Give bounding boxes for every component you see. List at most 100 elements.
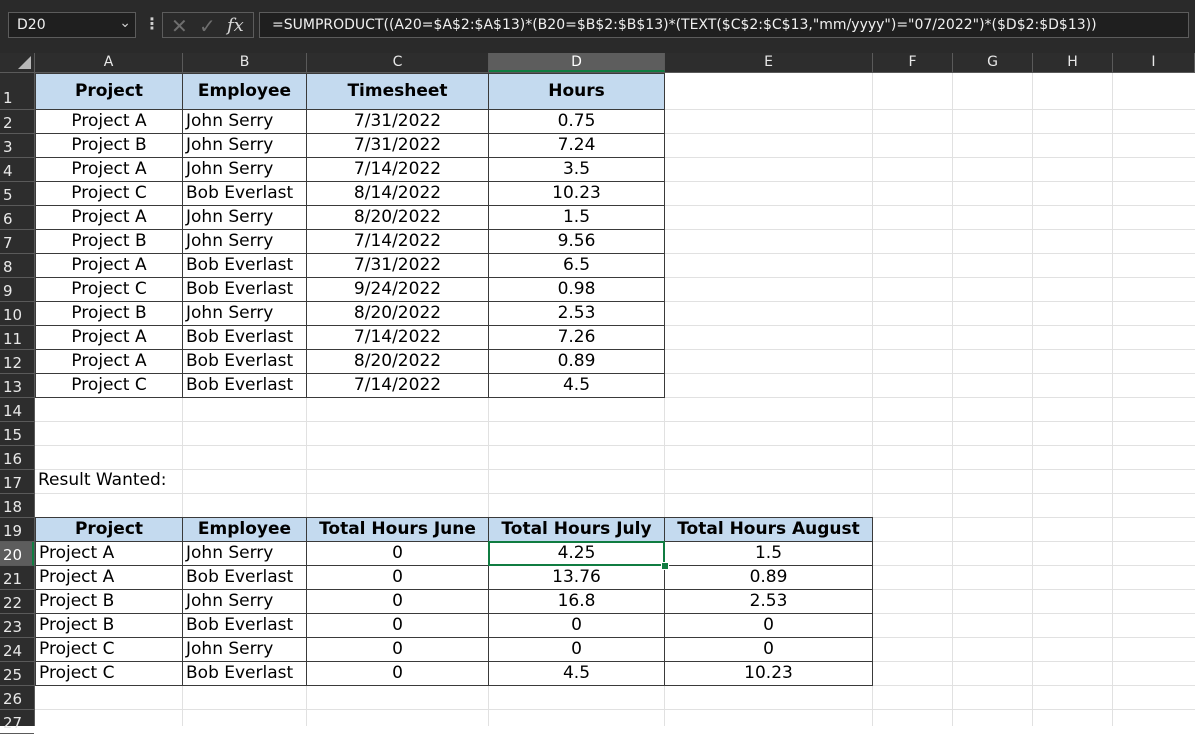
- table1-cell[interactable]: 10.23: [488, 181, 665, 206]
- row-header-15[interactable]: 15: [0, 422, 34, 446]
- row-header-26[interactable]: 26: [0, 686, 34, 710]
- table2-cell[interactable]: 0: [306, 637, 489, 662]
- table1-cell[interactable]: Project A: [35, 109, 183, 134]
- table1-cell[interactable]: Bob Everlast: [182, 277, 307, 302]
- column-header-g[interactable]: G: [953, 53, 1033, 72]
- worksheet-grid[interactable]: Project Employee Timesheet Hours Project…: [35, 73, 1195, 726]
- table2-cell[interactable]: John Serry: [182, 541, 307, 566]
- table1-cell[interactable]: 7/31/2022: [306, 133, 489, 158]
- row-header-20[interactable]: 20: [0, 542, 34, 566]
- table2-header-employee[interactable]: Employee: [182, 517, 307, 542]
- table2-cell[interactable]: Project A: [35, 565, 183, 590]
- column-header-a[interactable]: A: [35, 53, 183, 72]
- fill-handle[interactable]: [661, 562, 669, 570]
- table2-cell[interactable]: Project C: [35, 637, 183, 662]
- row-header-9[interactable]: 9: [0, 278, 34, 302]
- table1-cell[interactable]: 7/14/2022: [306, 373, 489, 398]
- table1-cell[interactable]: John Serry: [182, 301, 307, 326]
- row-header-23[interactable]: 23: [0, 614, 34, 638]
- table2-cell[interactable]: John Serry: [182, 637, 307, 662]
- table1-cell[interactable]: 4.5: [488, 373, 665, 398]
- table1-cell[interactable]: 0.89: [488, 349, 665, 374]
- table1-cell[interactable]: Project B: [35, 301, 183, 326]
- table1-cell[interactable]: 8/20/2022: [306, 349, 489, 374]
- cancel-icon[interactable]: ✕: [171, 14, 188, 38]
- table1-cell[interactable]: 8/20/2022: [306, 301, 489, 326]
- table1-cell[interactable]: 9.56: [488, 229, 665, 254]
- column-header-d[interactable]: D: [489, 53, 665, 72]
- table1-cell[interactable]: Bob Everlast: [182, 373, 307, 398]
- table1-cell[interactable]: John Serry: [182, 109, 307, 134]
- column-header-i[interactable]: I: [1113, 53, 1195, 72]
- table1-cell[interactable]: Bob Everlast: [182, 325, 307, 350]
- table1-cell[interactable]: Project A: [35, 205, 183, 230]
- table1-header-employee[interactable]: Employee: [182, 73, 307, 110]
- row-header-18[interactable]: 18: [0, 494, 34, 518]
- column-header-h[interactable]: H: [1033, 53, 1113, 72]
- row-header-21[interactable]: 21: [0, 566, 34, 590]
- table1-cell[interactable]: 6.5: [488, 253, 665, 278]
- row-header-11[interactable]: 11: [0, 326, 34, 350]
- table2-cell[interactable]: 0: [488, 613, 665, 638]
- table2-cell[interactable]: Project C: [35, 661, 183, 686]
- column-header-c[interactable]: C: [307, 53, 489, 72]
- chevron-down-icon[interactable]: ⌄: [119, 15, 131, 31]
- column-header-b[interactable]: B: [183, 53, 307, 72]
- table2-cell[interactable]: 0: [306, 589, 489, 614]
- table1-cell[interactable]: Project C: [35, 181, 183, 206]
- table2-cell[interactable]: 0: [306, 565, 489, 590]
- table1-cell[interactable]: 0.75: [488, 109, 665, 134]
- insert-function-icon[interactable]: fx: [227, 15, 244, 36]
- row-header-12[interactable]: 12: [0, 350, 34, 374]
- table1-cell[interactable]: 9/24/2022: [306, 277, 489, 302]
- table2-cell[interactable]: Bob Everlast: [182, 613, 307, 638]
- table1-cell[interactable]: John Serry: [182, 205, 307, 230]
- table2-cell[interactable]: 13.76: [488, 565, 665, 590]
- row-header-27[interactable]: 27: [0, 710, 34, 734]
- table1-cell[interactable]: 8/20/2022: [306, 205, 489, 230]
- table1-header-project[interactable]: Project: [35, 73, 183, 110]
- table2-header-project[interactable]: Project: [35, 517, 183, 542]
- row-header-4[interactable]: 4: [0, 158, 34, 182]
- table1-cell[interactable]: 7/14/2022: [306, 229, 489, 254]
- row-header-24[interactable]: 24: [0, 638, 34, 662]
- table1-cell[interactable]: Project C: [35, 277, 183, 302]
- table1-cell[interactable]: 3.5: [488, 157, 665, 182]
- table2-cell[interactable]: Project A: [35, 541, 183, 566]
- row-header-16[interactable]: 16: [0, 446, 34, 470]
- table2-cell[interactable]: 4.5: [488, 661, 665, 686]
- row-header-2[interactable]: 2: [0, 110, 34, 134]
- row-header-13[interactable]: 13: [0, 374, 34, 398]
- row-header-17[interactable]: 17: [0, 470, 34, 494]
- row-header-5[interactable]: 5: [0, 182, 34, 206]
- table2-cell[interactable]: 0: [488, 637, 665, 662]
- column-header-f[interactable]: F: [873, 53, 953, 72]
- row-header-14[interactable]: 14: [0, 398, 34, 422]
- table1-cell[interactable]: Project A: [35, 157, 183, 182]
- table2-cell[interactable]: 0.89: [664, 565, 873, 590]
- table2-cell[interactable]: Project B: [35, 589, 183, 614]
- row-header-3[interactable]: 3: [0, 134, 34, 158]
- table1-cell[interactable]: Bob Everlast: [182, 253, 307, 278]
- table1-cell[interactable]: 8/14/2022: [306, 181, 489, 206]
- table1-cell[interactable]: 7/14/2022: [306, 325, 489, 350]
- table2-cell[interactable]: Bob Everlast: [182, 661, 307, 686]
- formula-input[interactable]: =SUMPRODUCT((A20=$A$2:$A$13)*(B20=$B$2:$…: [259, 12, 1189, 38]
- select-all-button[interactable]: [0, 53, 35, 72]
- table2-cell[interactable]: 0: [664, 613, 873, 638]
- table1-cell[interactable]: 7/31/2022: [306, 253, 489, 278]
- row-header-19[interactable]: 19: [0, 518, 34, 542]
- table2-cell[interactable]: John Serry: [182, 589, 307, 614]
- table1-cell[interactable]: 2.53: [488, 301, 665, 326]
- row-header-1[interactable]: 1: [0, 73, 34, 110]
- result-wanted-label[interactable]: Result Wanted:: [35, 469, 307, 493]
- table1-cell[interactable]: Project B: [35, 133, 183, 158]
- row-header-8[interactable]: 8: [0, 254, 34, 278]
- table1-header-timesheet[interactable]: Timesheet: [306, 73, 489, 110]
- table1-cell[interactable]: Project C: [35, 373, 183, 398]
- table1-cell[interactable]: Bob Everlast: [182, 181, 307, 206]
- row-header-6[interactable]: 6: [0, 206, 34, 230]
- table2-header-july[interactable]: Total Hours July: [488, 517, 665, 542]
- table2-header-june[interactable]: Total Hours June: [306, 517, 489, 542]
- table2-cell[interactable]: 0: [306, 661, 489, 686]
